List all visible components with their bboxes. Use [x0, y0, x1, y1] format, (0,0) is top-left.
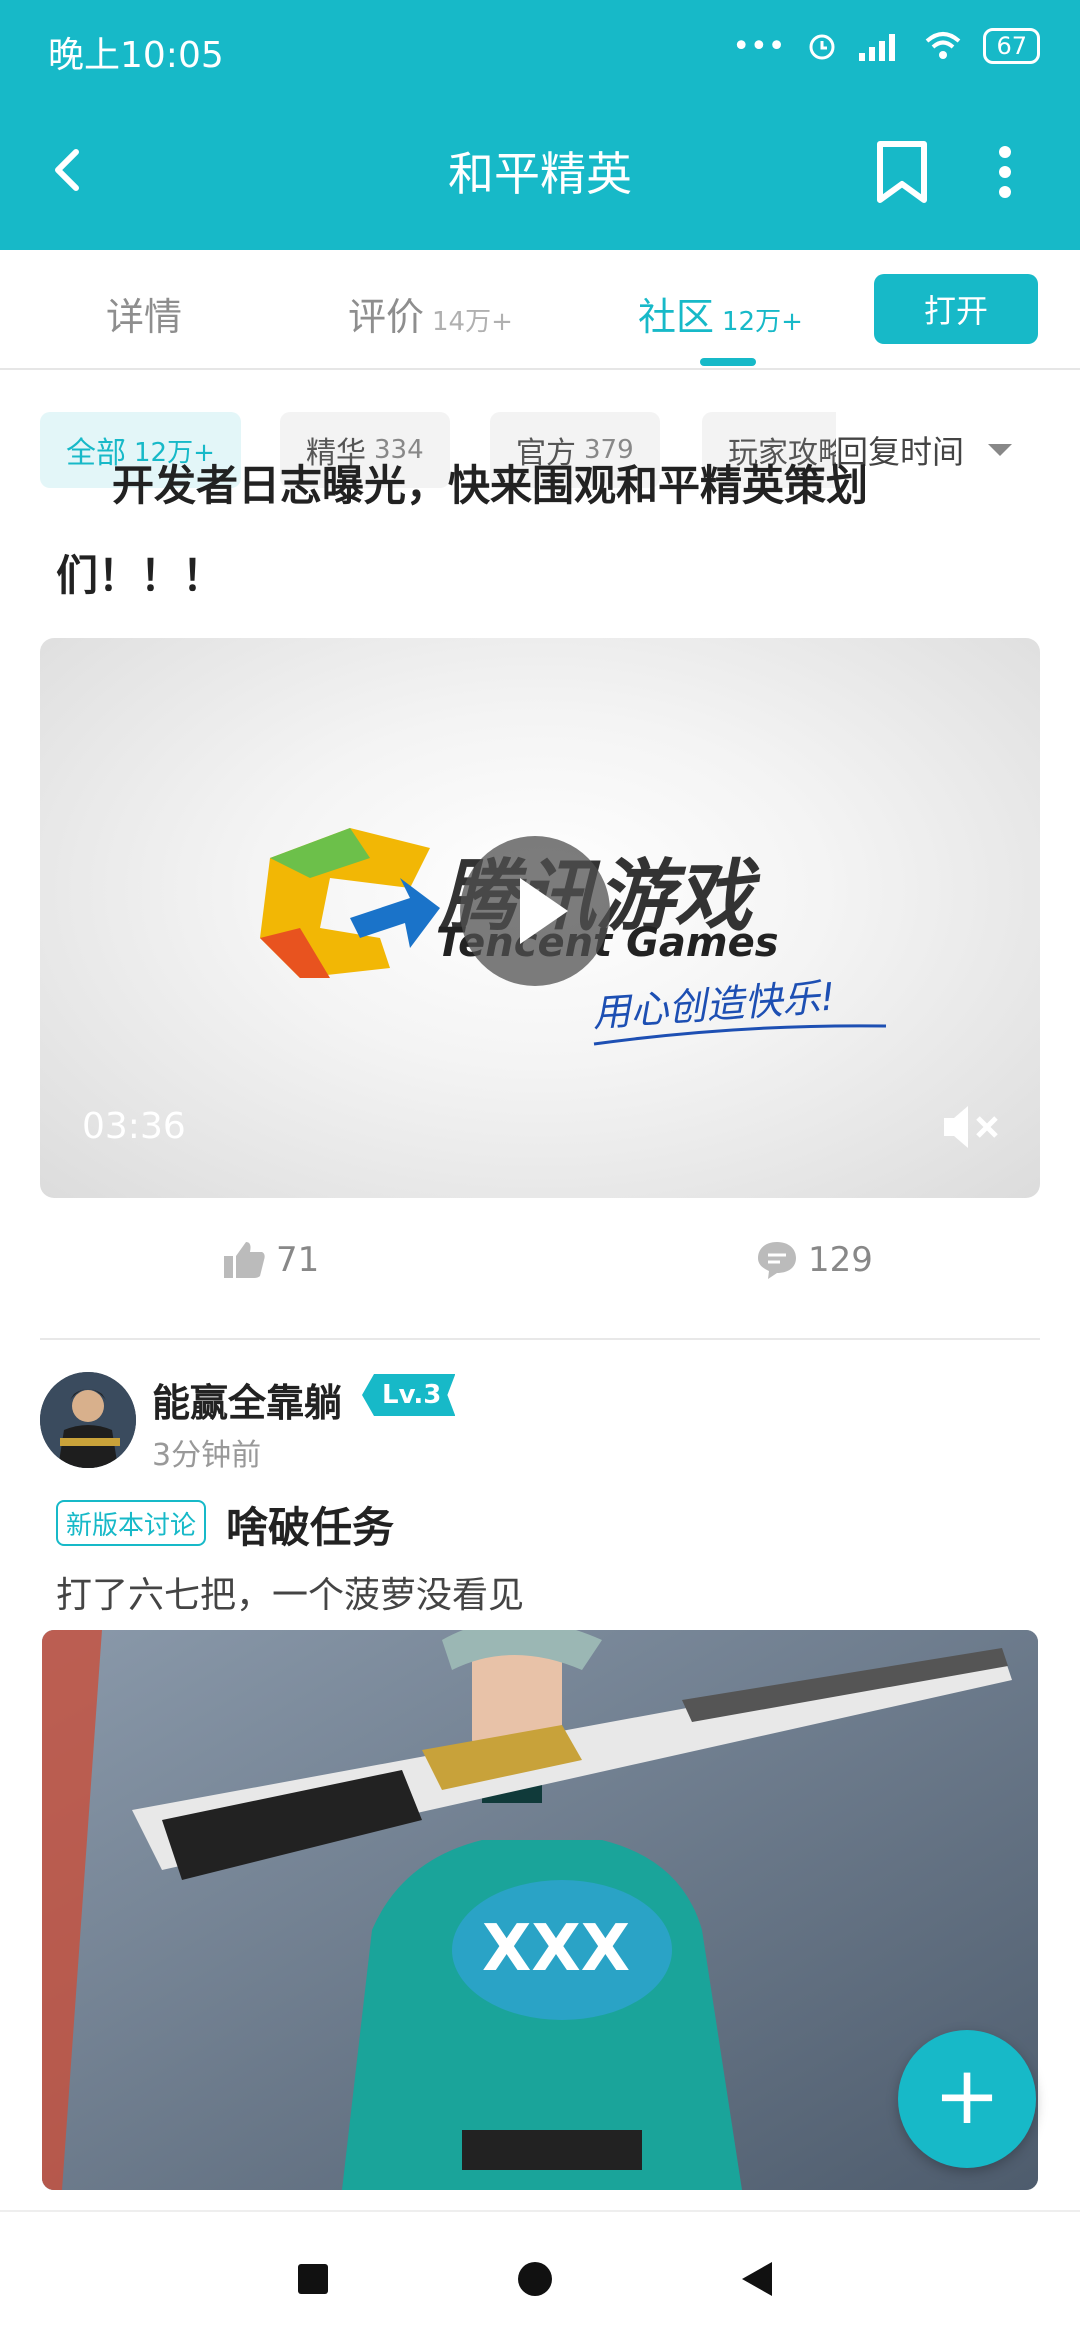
tab-community[interactable]: 社区 12万+	[638, 286, 803, 341]
avatar[interactable]	[40, 1372, 136, 1468]
divider	[40, 1338, 1040, 1340]
tab-indicator	[700, 358, 756, 366]
more-vertical-icon[interactable]	[990, 142, 1020, 202]
alarm-icon	[809, 34, 835, 60]
tencent-games-logo-icon	[260, 828, 440, 978]
svg-text:XXX: XXX	[482, 1912, 630, 1986]
home-circle-icon[interactable]	[518, 2262, 552, 2296]
post-title[interactable]: 啥破任务	[226, 1494, 394, 1555]
play-button[interactable]	[460, 836, 610, 986]
status-time: 晚上10:05	[48, 35, 224, 76]
username[interactable]: 能赢全靠躺	[152, 1372, 342, 1427]
wifi-icon	[926, 32, 961, 59]
level-badge: Lv.3	[362, 1374, 455, 1416]
slogan-underline	[593, 1024, 887, 1046]
status-icons: ••• 67	[732, 28, 1040, 64]
sort-dropdown[interactable]: 回复时间	[836, 412, 1080, 488]
recents-square-icon[interactable]	[298, 2264, 328, 2294]
back-triangle-icon[interactable]	[742, 2262, 772, 2296]
comment-button[interactable]: 129	[756, 1240, 873, 1280]
avatar-image	[40, 1372, 136, 1468]
system-nav-bar	[0, 2210, 1080, 2342]
mute-icon[interactable]	[940, 1102, 1000, 1152]
post-time: 3分钟前	[152, 1438, 262, 1473]
tab-reviews[interactable]: 评价 14万+	[348, 286, 513, 341]
video-duration: 03:36	[82, 1106, 186, 1147]
more-dots-icon: •••	[732, 28, 786, 64]
create-post-button[interactable]: +	[898, 2030, 1036, 2168]
chevron-down-icon	[988, 444, 1013, 456]
battery-icon: 67	[983, 28, 1040, 64]
video-player[interactable]: 腾讯游戏 Tencent Games 用心创造快乐! 03:36	[40, 638, 1040, 1198]
comment-icon	[758, 1242, 796, 1279]
post-body[interactable]: 打了六七把，一个菠萝没看见	[56, 1566, 524, 1618]
play-icon	[520, 878, 568, 944]
open-app-button[interactable]: 打开	[874, 274, 1038, 344]
topic-tag[interactable]: 新版本讨论	[56, 1500, 207, 1546]
post-image[interactable]: XXX	[42, 1630, 1038, 2190]
like-button[interactable]: 71	[222, 1240, 319, 1280]
comment-count: 129	[808, 1240, 873, 1280]
post-image-art: XXX	[42, 1630, 1038, 2190]
like-count: 71	[276, 1240, 320, 1280]
post-title-line2: 们！！！	[56, 551, 225, 600]
bookmark-icon[interactable]	[872, 140, 932, 204]
post-title-line1: 开发者日志曝光，快来围观和平精英策划	[112, 461, 869, 510]
tab-details[interactable]: 详情	[106, 286, 182, 341]
thumbs-up-icon	[224, 1242, 265, 1278]
signal-icon	[859, 34, 896, 61]
